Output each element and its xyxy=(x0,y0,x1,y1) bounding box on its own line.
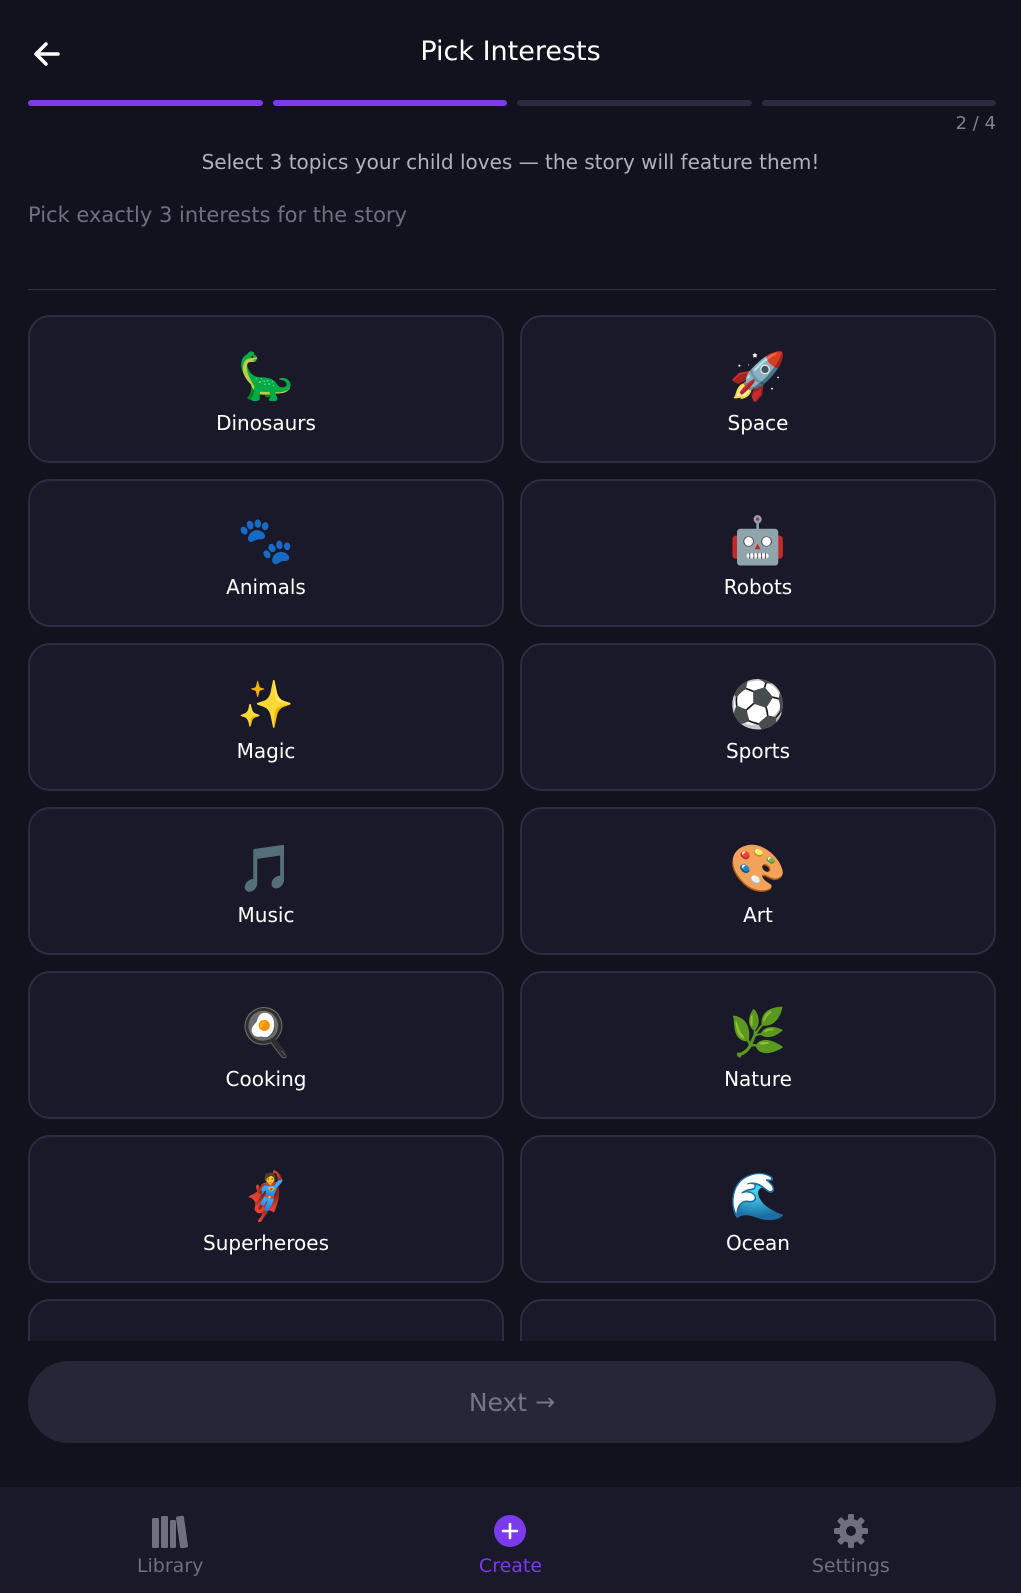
interest-label: Magic xyxy=(236,739,296,763)
subtitle: Select 3 topics your child loves — the s… xyxy=(201,150,820,174)
tab-label: Library xyxy=(136,1555,204,1577)
interest-card-music[interactable]: 🎵 Music xyxy=(28,807,504,955)
interest-label: Sports xyxy=(725,739,791,763)
interest-card-animals[interactable]: 🐾 Animals xyxy=(28,479,504,627)
interest-card-space[interactable]: 🚀 Space xyxy=(520,315,996,463)
interest-card-partial[interactable] xyxy=(520,1299,996,1341)
interest-card-partial[interactable] xyxy=(28,1299,504,1341)
progress-segment xyxy=(28,100,263,106)
soccer-ball-icon: ⚽ xyxy=(729,677,787,731)
tab-settings[interactable]: Settings xyxy=(681,1487,1021,1593)
interest-card-magic[interactable]: ✨ Magic xyxy=(28,643,504,791)
interest-card-nature[interactable]: 🌿 Nature xyxy=(520,971,996,1119)
interest-label: Superheroes xyxy=(203,1231,329,1255)
step-counter: 2 / 4 xyxy=(955,113,996,134)
interest-card-art[interactable]: 🎨 Art xyxy=(520,807,996,955)
tab-library[interactable]: Library xyxy=(0,1487,340,1593)
interests-grid: 🦕 Dinosaurs 🚀 Space 🐾 Animals 🤖 Robots ✨… xyxy=(28,315,996,1341)
gear-icon xyxy=(831,1511,871,1551)
frying-pan-icon: 🍳 xyxy=(237,1005,295,1059)
plus-circle-icon xyxy=(490,1511,530,1551)
interest-label: Animals xyxy=(226,575,306,599)
interest-label: Cooking xyxy=(225,1067,307,1091)
dinosaur-icon: 🦕 xyxy=(237,349,295,403)
next-button[interactable]: Next → xyxy=(28,1361,996,1443)
herb-icon: 🌿 xyxy=(729,1005,787,1059)
wave-icon: 🌊 xyxy=(729,1169,787,1223)
tab-label: Settings xyxy=(811,1555,890,1577)
superhero-icon: 🦸 xyxy=(237,1169,295,1223)
interest-card-dinosaurs[interactable]: 🦕 Dinosaurs xyxy=(28,315,504,463)
interest-label: Dinosaurs xyxy=(216,411,316,435)
music-note-icon: 🎵 xyxy=(237,841,295,895)
interest-label: Art xyxy=(743,903,773,927)
progress-segment xyxy=(517,100,752,106)
selection-hint: Pick exactly 3 interests for the story xyxy=(28,203,407,227)
robot-icon: 🤖 xyxy=(729,513,787,567)
paw-prints-icon: 🐾 xyxy=(237,513,295,567)
page-title: Pick Interests xyxy=(420,36,601,67)
rocket-icon: 🚀 xyxy=(729,349,787,403)
interest-label: Ocean xyxy=(726,1231,790,1255)
header: Pick Interests xyxy=(0,0,1021,100)
bottom-tab-bar: Library Create Settings xyxy=(0,1487,1021,1593)
tab-label: Create xyxy=(478,1555,543,1577)
interest-card-robots[interactable]: 🤖 Robots xyxy=(520,479,996,627)
next-button-label: Next xyxy=(468,1387,528,1417)
interest-label: Nature xyxy=(724,1067,792,1091)
interest-label: Space xyxy=(727,411,789,435)
palette-icon: 🎨 xyxy=(729,841,787,895)
interest-label: Robots xyxy=(723,575,793,599)
interest-card-sports[interactable]: ⚽ Sports xyxy=(520,643,996,791)
progress-bar xyxy=(28,100,996,106)
progress-segment xyxy=(272,100,507,106)
progress-segment xyxy=(761,100,996,106)
library-icon xyxy=(150,1511,190,1551)
arrow-right-icon: → xyxy=(535,1388,556,1416)
interest-card-superheroes[interactable]: 🦸 Superheroes xyxy=(28,1135,504,1283)
interests-scroll-area[interactable]: 🦕 Dinosaurs 🚀 Space 🐾 Animals 🤖 Robots ✨… xyxy=(28,315,996,1341)
interest-card-ocean[interactable]: 🌊 Ocean xyxy=(520,1135,996,1283)
interest-label: Music xyxy=(237,903,295,927)
tab-create[interactable]: Create xyxy=(340,1487,680,1593)
sparkles-icon: ✨ xyxy=(237,677,295,731)
interest-card-cooking[interactable]: 🍳 Cooking xyxy=(28,971,504,1119)
divider xyxy=(28,289,996,290)
